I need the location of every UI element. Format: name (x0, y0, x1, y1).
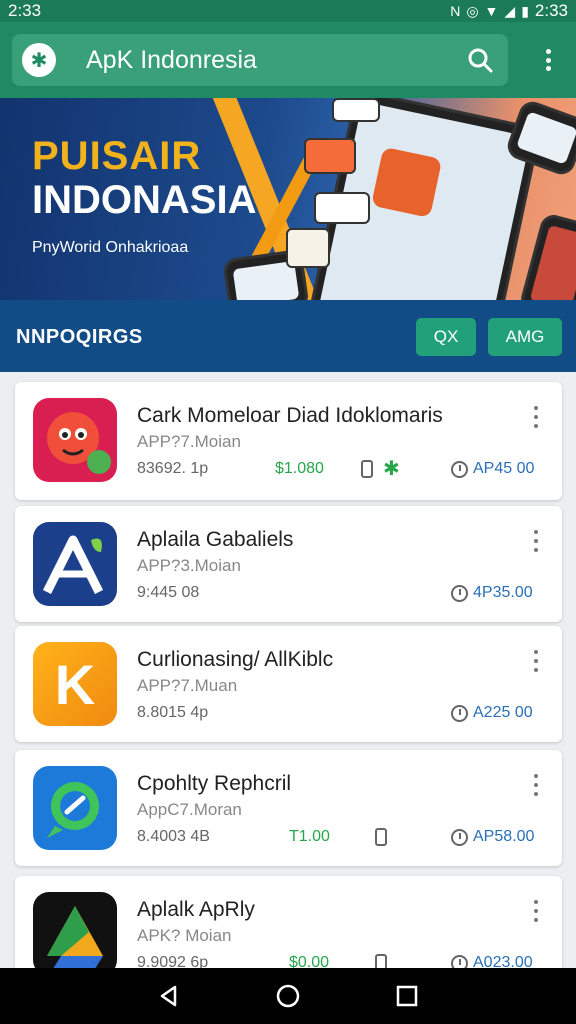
alarm-icon: ◎ (466, 2, 479, 19)
banner-title-line2: INDONASIA (32, 178, 257, 222)
app-price: $1.080 (275, 460, 324, 477)
app-rating: 4P35.00 (473, 584, 533, 601)
orange-k-icon: K (33, 642, 117, 726)
blue-a-icon (33, 522, 117, 606)
more-options-icon[interactable] (534, 774, 540, 796)
chat-bubble-icon (33, 766, 117, 850)
banner-card-illustration (332, 98, 380, 122)
app-package: APP?7.Moian (137, 432, 241, 451)
app-list-item[interactable]: Cpohlty Rephcril AppC7.Moran 8.4003 4B T… (15, 750, 562, 866)
asterisk-icon: ✱ (383, 458, 400, 480)
app-title: ApK Indonresia (86, 45, 257, 74)
category-button-2[interactable]: AMG (488, 318, 562, 356)
recents-icon[interactable] (387, 976, 427, 1016)
clock-icon (451, 705, 468, 722)
category-bar: NNPOQIRGS QX AMG (0, 300, 576, 372)
app-list-item[interactable]: Cark Momeloar Diad Idoklomaris APP?7.Moi… (15, 382, 562, 500)
phone-icon (375, 828, 387, 846)
app-size: 8.4003 4B (137, 828, 210, 845)
status-time-right: 2:33 (534, 1, 568, 20)
home-icon[interactable] (268, 976, 308, 1016)
promo-banner[interactable]: PUISAIR INDONASIA PnyWorid Onhakrioaa (0, 98, 576, 300)
red-monster-icon (33, 398, 117, 482)
signal-icon: ◢ (504, 2, 516, 19)
search-icon[interactable] (458, 38, 502, 82)
app-name: Cark Momeloar Diad Idoklomaris (137, 404, 443, 427)
more-options-icon[interactable] (534, 900, 540, 922)
app-logo-icon: ✱ (22, 43, 56, 77)
search-bar[interactable]: ✱ ApK Indonresia (12, 34, 508, 86)
app-list-item[interactable]: Aplaila Gabaliels APP?3.Moian 9:445 08 4… (15, 506, 562, 622)
status-icons: N ◎ ▼ ◢ ▮ 2:33 (450, 1, 568, 21)
more-options-icon[interactable] (534, 406, 540, 428)
app-name: Cpohlty Rephcril (137, 772, 292, 795)
more-options-icon[interactable] (534, 530, 540, 552)
app-size: 8.8015 4p (137, 704, 209, 721)
app-package: AppC7.Moran (137, 800, 242, 819)
app-price: T1.00 (289, 828, 330, 845)
category-button-1[interactable]: QX (416, 318, 476, 356)
banner-card-illustration (286, 228, 330, 268)
app-size: 9:445 08 (137, 584, 200, 601)
banner-subtitle: PnyWorid Onhakrioaa (32, 239, 189, 256)
status-time-left: 2:33 (8, 1, 42, 20)
app-name: Aplaila Gabaliels (137, 528, 294, 551)
banner-phone-illustration (518, 211, 576, 300)
app-rating: A225 00 (473, 704, 533, 721)
banner-card-illustration (304, 138, 356, 174)
app-rating: AP58.00 (473, 828, 535, 845)
banner-card-illustration (314, 192, 370, 224)
app-package: APP?7.Muan (137, 676, 238, 695)
app-name: Aplalk ApRly (137, 898, 255, 921)
banner-title-line1: PUISAIR (32, 134, 202, 178)
clock-icon (451, 585, 468, 602)
app-list-item[interactable]: K Curlionasing/ AllKiblc APP?7.Muan 8.80… (15, 626, 562, 742)
back-icon[interactable] (149, 976, 189, 1016)
clock-icon (451, 829, 468, 846)
clock-icon (451, 461, 468, 478)
category-title: NNPOQIRGS (16, 326, 143, 348)
wifi-icon: ▼ (484, 3, 499, 19)
app-rating: AP45 00 (473, 460, 535, 477)
system-nav-bar (0, 968, 576, 1024)
app-package: APK? Moian (137, 926, 232, 945)
battery-icon: ▮ (521, 2, 529, 19)
phone-icon (361, 460, 373, 478)
overflow-menu-icon[interactable] (538, 46, 558, 74)
more-options-icon[interactable] (534, 650, 540, 672)
nfc-icon: N (450, 3, 461, 19)
app-size: 83692. 1p (137, 460, 209, 477)
app-name: Curlionasing/ AllKiblc (137, 648, 334, 671)
app-bar: ✱ ApK Indonresia (0, 22, 576, 98)
app-package: APP?3.Moian (137, 556, 241, 575)
triangle-icon (33, 892, 117, 976)
status-bar: 2:33 N ◎ ▼ ◢ ▮ 2:33 (0, 0, 576, 22)
